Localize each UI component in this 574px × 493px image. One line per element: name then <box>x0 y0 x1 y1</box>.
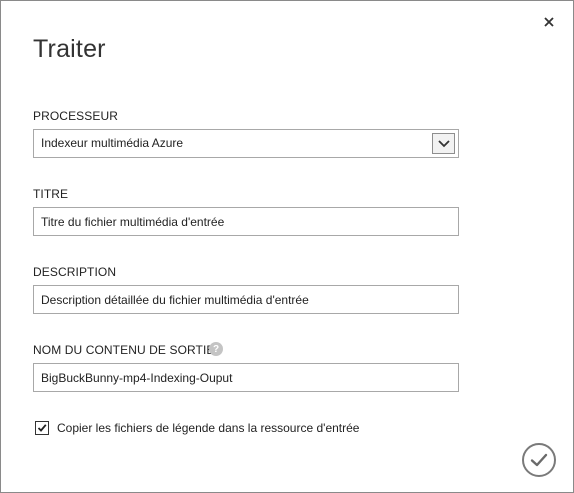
confirm-check-icon <box>530 453 548 467</box>
checkmark-icon <box>37 424 47 432</box>
close-icon <box>544 17 554 27</box>
processor-label: PROCESSEUR <box>33 109 119 123</box>
processor-dropdown-button[interactable] <box>432 133 455 154</box>
copy-captions-checkbox[interactable] <box>35 421 49 435</box>
process-dialog: Traiter PROCESSEUR Indexeur multimédia A… <box>0 0 574 493</box>
copy-captions-label[interactable]: Copier les fichiers de légende dans la r… <box>57 421 359 435</box>
processor-select[interactable]: Indexeur multimédia Azure <box>33 129 459 158</box>
title-label: TITRE <box>33 187 69 201</box>
description-label: DESCRIPTION <box>33 265 117 279</box>
close-button[interactable] <box>540 13 558 31</box>
output-name-field[interactable] <box>33 363 459 392</box>
help-icon[interactable]: ? <box>209 342 223 356</box>
chevron-down-icon <box>437 139 450 147</box>
title-field[interactable] <box>33 207 459 236</box>
confirm-button[interactable] <box>522 443 556 477</box>
processor-select-value: Indexeur multimédia Azure <box>41 136 184 150</box>
output-name-label: NOM DU CONTENU DE SORTIE <box>33 343 215 357</box>
description-field[interactable] <box>33 285 459 314</box>
dialog-title: Traiter <box>33 35 106 63</box>
output-name-input[interactable] <box>34 364 458 391</box>
title-input[interactable] <box>34 208 458 235</box>
description-input[interactable] <box>34 286 458 313</box>
